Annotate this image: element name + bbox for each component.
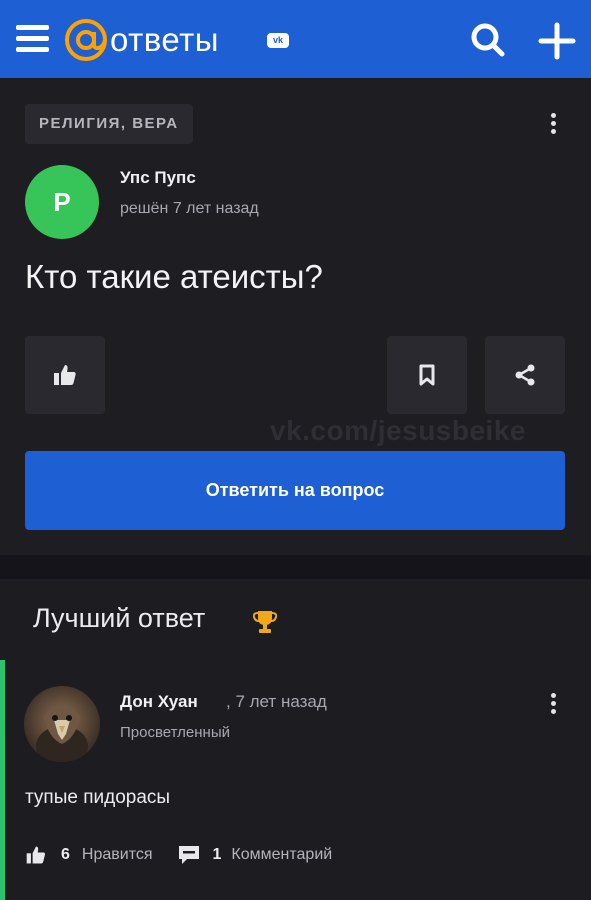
search-icon[interactable]: [470, 22, 506, 58]
page: ответы vk РЕЛИГИЯ, ВЕРА Р Упс Пупс решён…: [0, 0, 591, 900]
comment-icon[interactable]: [177, 844, 201, 866]
question-more-icon[interactable]: [543, 110, 563, 140]
author-name[interactable]: Упс Пупс: [120, 168, 196, 188]
comments-count: 1: [212, 846, 222, 863]
plus-icon[interactable]: [538, 22, 576, 60]
eagle-avatar-image: [36, 705, 88, 762]
question-title: Кто такие атеисты?: [25, 258, 323, 295]
hamburger-icon[interactable]: [16, 25, 49, 53]
best-answer-accent: [0, 660, 5, 900]
bookmark-button[interactable]: [387, 336, 467, 414]
answer-text: тупые пидорасы: [25, 787, 171, 808]
thumbs-up-icon: [54, 365, 76, 385]
best-answer-heading: Лучший ответ: [33, 603, 206, 633]
answer-question-button[interactable]: Ответить на вопрос: [25, 451, 565, 530]
thumbs-up-icon[interactable]: [25, 844, 47, 866]
answer-time: , 7 лет назад: [226, 692, 327, 711]
comments-button[interactable]: Комментарий: [231, 846, 332, 864]
avatar[interactable]: Р: [25, 165, 99, 239]
bookmark-icon: [419, 364, 435, 386]
share-icon: [515, 364, 535, 386]
watermark: vk.com/jesusbeike: [270, 415, 526, 446]
answer-more-icon[interactable]: [543, 690, 563, 720]
question-status: решён 7 лет назад: [120, 200, 259, 217]
category-tag[interactable]: РЕЛИГИЯ, ВЕРА: [25, 104, 193, 144]
best-answer-block: Дон Хуан , 7 лет назад Просветленный туп…: [0, 660, 591, 900]
top-bar: ответы vk: [0, 0, 591, 78]
share-button[interactable]: [485, 336, 565, 414]
logo-text[interactable]: ответы: [110, 20, 219, 60]
logo-at-icon[interactable]: [64, 18, 108, 62]
section-divider: [0, 555, 591, 579]
answer-author-avatar[interactable]: [24, 686, 100, 762]
like-question-button[interactable]: [25, 336, 105, 414]
answer-author-name[interactable]: Дон Хуан: [120, 692, 198, 712]
vk-badge: vk: [267, 33, 289, 48]
trophy-icon: [253, 611, 277, 633]
likes-count: 6: [61, 846, 70, 863]
answer-author-rank: Просветленный: [120, 724, 230, 741]
like-button[interactable]: Нравится: [82, 846, 153, 864]
answer-actions: 6 Нравится 1 Комментарий: [25, 842, 332, 868]
